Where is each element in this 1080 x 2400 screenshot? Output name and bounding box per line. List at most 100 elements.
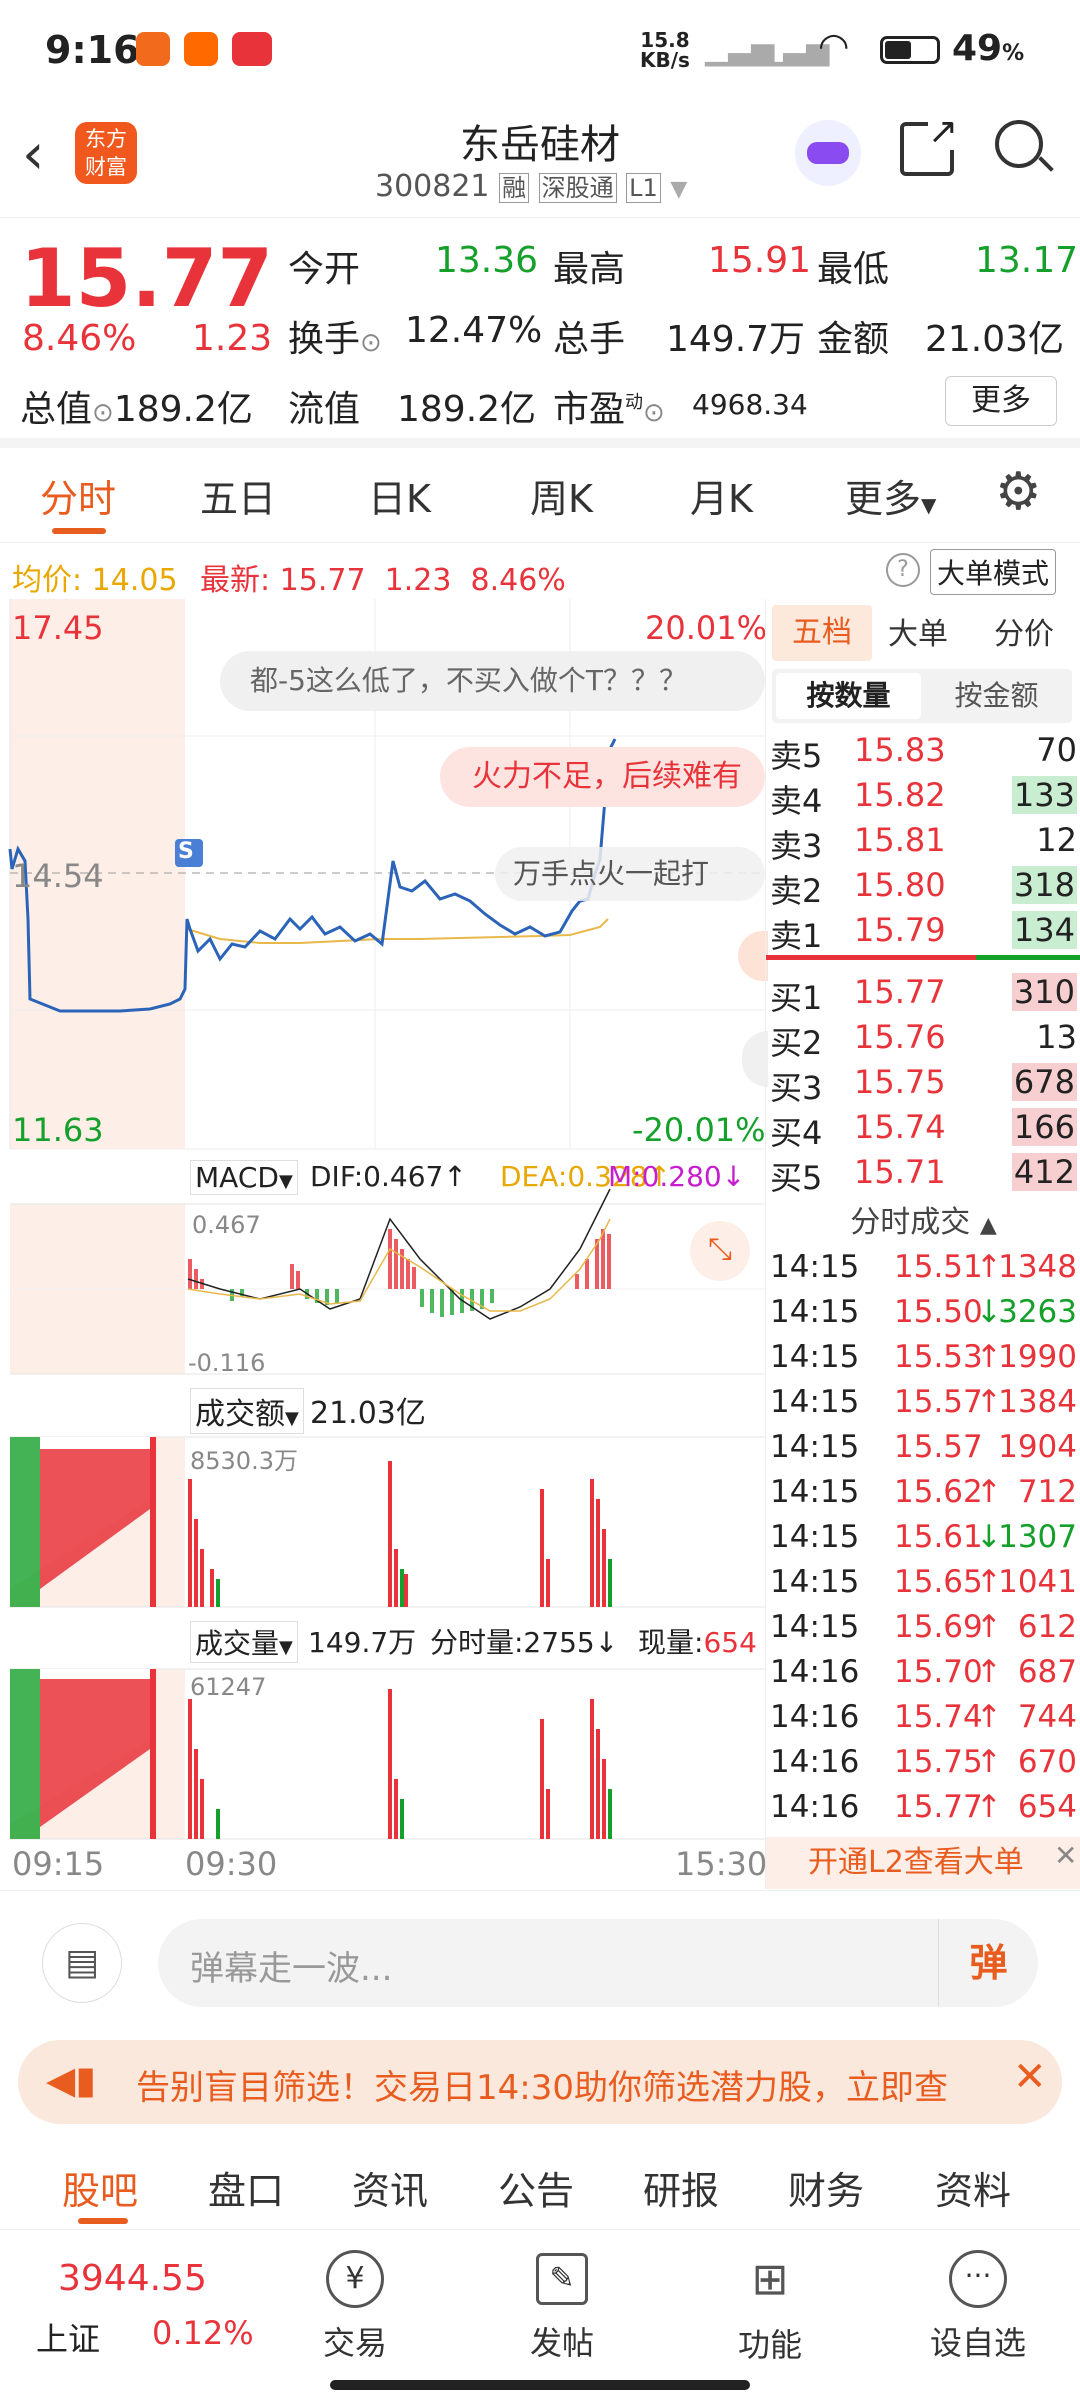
ask-volume: 134 <box>1011 911 1077 949</box>
tab-announcements[interactable]: 公告 <box>498 2160 574 2215</box>
tab-research[interactable]: 研报 <box>643 2160 719 2215</box>
big-order-mode-button[interactable]: 大单模式 <box>930 549 1057 595</box>
tab-big-order[interactable]: 大单 <box>888 609 948 653</box>
ask-row[interactable]: 卖1 15.79 134 <box>766 907 1080 955</box>
amount-selector[interactable]: 成交额▼ <box>190 1388 304 1434</box>
bid-row[interactable]: 买5 15.71 412 <box>766 1149 1080 1197</box>
connect-tag: 深股通 <box>538 173 617 203</box>
tab-price-volume[interactable]: 分价 <box>994 609 1054 653</box>
close-banner-icon[interactable]: ✕ <box>1013 2054 1047 2100</box>
by-quantity-button[interactable]: 按数量 <box>776 673 921 719</box>
current-volume: 现量:654 <box>638 1626 757 1659</box>
battery-icon <box>880 36 940 64</box>
back-icon[interactable]: ‹ <box>22 122 44 187</box>
tick-time: 14:15 <box>770 1294 860 1330</box>
tab-5day[interactable]: 五日 <box>200 468 276 523</box>
open-l2-button[interactable]: 开通L2查看大单 <box>766 1837 1080 1889</box>
tick-price: 15.69 <box>894 1609 983 1645</box>
ask-row[interactable]: 卖4 15.82 133 <box>766 772 1080 820</box>
bid-price: 15.74 <box>854 1108 946 1146</box>
pe-label[interactable]: 市盈动⊙ <box>553 380 665 432</box>
s-marker-icon[interactable]: S <box>178 839 194 864</box>
intraday-chart-area[interactable]: 17.45 14.54 11.63 20.01% -20.01% S 都-5这么… <box>0 599 768 1889</box>
bid-row[interactable]: 买2 15.76 13 <box>766 1014 1080 1062</box>
tab-forum[interactable]: 股吧 <box>62 2160 138 2215</box>
open-label: 今开 <box>288 249 361 290</box>
tick-direction: ↑ <box>976 1789 1002 1825</box>
turnover-value: 12.47% <box>405 310 543 351</box>
macd-selector[interactable]: MACD▼ <box>190 1160 298 1195</box>
eastmoney-logo[interactable]: 东方 财富 <box>75 122 137 184</box>
tick-list-title[interactable]: 分时成交 ▲ <box>766 1197 1080 1241</box>
tick-row: 14:15 15.61 ↓ 1307 <box>766 1515 1080 1561</box>
tab-profile[interactable]: 资料 <box>935 2160 1011 2215</box>
tick-direction: ↑ <box>976 1699 1002 1735</box>
tab-market[interactable]: 盘口 <box>208 2160 284 2215</box>
tick-time: 14:16 <box>770 1654 860 1690</box>
content-tab-indicator <box>78 2218 128 2224</box>
more-button[interactable]: 更多 <box>945 376 1057 426</box>
tab-financials[interactable]: 财务 <box>788 2160 864 2215</box>
index-widget[interactable]: 3944.55 上证 0.12% <box>0 2230 290 2400</box>
promo-banner[interactable]: ◀▮ 告别盲目筛选！交易日14:30助你筛选潜力股，立即查 ✕ <box>18 2040 1062 2124</box>
tick-volume: 3263 <box>998 1294 1077 1330</box>
expand-icon[interactable]: ⤡ <box>690 1221 750 1281</box>
tick-time: 14:15 <box>770 1564 860 1600</box>
assistant-avatar[interactable] <box>795 120 861 186</box>
tab-news[interactable]: 资讯 <box>352 2160 428 2215</box>
latest-price: 15.77 <box>279 563 366 598</box>
bid-row[interactable]: 买3 15.75 678 <box>766 1059 1080 1107</box>
send-danmaku-button[interactable]: 弹 <box>938 1919 1038 2007</box>
trade-button[interactable]: ¥ 交易 <box>285 2250 425 2364</box>
tick-price: 15.51 <box>894 1249 983 1285</box>
danmaku-input[interactable]: 弹幕走一波... 弹 <box>158 1919 1038 2007</box>
ask-row[interactable]: 卖5 15.83 70 <box>766 727 1080 775</box>
danmaku-2[interactable]: 火力不足，后续难有 <box>440 747 765 807</box>
functions-button[interactable]: ⊞ 功能 <box>700 2250 840 2366</box>
ask-row[interactable]: 卖3 15.81 12 <box>766 817 1080 865</box>
pct-axis-top: 20.01% <box>645 609 768 647</box>
pct-axis-bottom: -20.01% <box>632 1111 766 1149</box>
tick-time: 14:15 <box>770 1609 860 1645</box>
bid-price: 15.71 <box>854 1153 946 1191</box>
help-icon[interactable]: ? <box>886 553 920 587</box>
comment-bar: ▤ 弹幕走一波... 弹 <box>0 1890 1080 2030</box>
time-open: 09:30 <box>185 1845 278 1883</box>
volume-max: 61247 <box>190 1673 267 1701</box>
tab-monthly-k[interactable]: 月K <box>690 468 753 523</box>
add-watchlist-button[interactable]: ··· 设自选 <box>908 2250 1048 2364</box>
tab-more[interactable]: 更多▼ <box>845 468 936 523</box>
ask-price: 15.80 <box>854 866 946 904</box>
bid-row[interactable]: 买4 15.74 166 <box>766 1104 1080 1152</box>
volume-selector[interactable]: 成交量▼ <box>190 1621 298 1663</box>
tab-intraday[interactable]: 分时 <box>40 468 116 523</box>
ask-label: 卖2 <box>770 872 823 910</box>
promo-text: 告别盲目筛选！交易日14:30助你筛选潜力股，立即查 <box>136 2068 948 2108</box>
quote-panel: 15.77 8.46% 1.23 总值⊙189.2亿 今开 13.36 最高 1… <box>0 218 1080 448</box>
danmaku-1[interactable]: 都-5这么低了，不买入做个T？？？ <box>220 651 765 711</box>
danmaku-3[interactable]: 万手点火一起打 <box>495 847 765 901</box>
ask-row[interactable]: 卖2 15.80 318 <box>766 862 1080 910</box>
share-icon[interactable]: ↗ <box>900 114 958 176</box>
by-amount-button[interactable]: 按金额 <box>924 673 1069 719</box>
search-icon[interactable] <box>995 120 1054 172</box>
danmaku-list-icon[interactable]: ▤ <box>42 1923 122 2003</box>
settings-gear-icon[interactable]: ⚙ <box>995 466 1042 518</box>
market-cap[interactable]: 总值⊙189.2亿 <box>20 380 253 432</box>
bid-row[interactable]: 买1 15.77 310 <box>766 969 1080 1017</box>
ask-volume: 318 <box>1011 866 1077 904</box>
turnover-label[interactable]: 换手⊙ <box>288 310 382 362</box>
macd-header: MACD▼ DIF:0.467↑ DEA:0.328↑ M:0.280↓ <box>10 1156 765 1202</box>
high-label: 最高 <box>553 249 626 290</box>
tick-list[interactable]: 14:15 15.51 ↑ 1348 14:15 15.50 ↓ 3263 14:15 15.53… <box>766 1245 1080 1845</box>
tab-five-level[interactable]: 五档 <box>772 605 872 661</box>
tick-row: 14:15 15.57 1904 <box>766 1425 1080 1471</box>
float-label: 流值 <box>288 389 361 430</box>
bid-volume: 310 <box>1011 973 1077 1011</box>
bid-price: 15.77 <box>854 973 946 1011</box>
tab-daily-k[interactable]: 日K <box>368 468 431 523</box>
tab-weekly-k[interactable]: 周K <box>530 468 593 523</box>
stock-code-row[interactable]: 300821 融 深股通 L1 ▼ <box>375 168 687 204</box>
post-button[interactable]: ✎ 发帖 <box>492 2250 632 2364</box>
close-l2-icon[interactable]: ✕ <box>1054 1839 1077 1872</box>
